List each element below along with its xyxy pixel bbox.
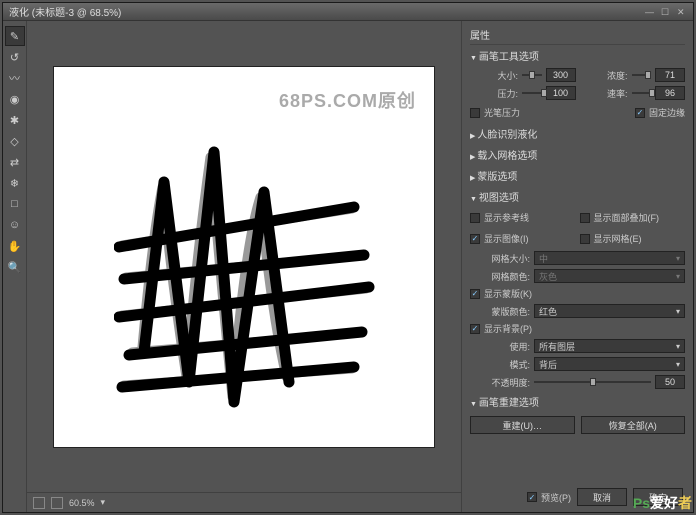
mask-color-label: 蒙版颜色: [470,305,530,318]
face-tool[interactable]: ☺ [5,215,25,235]
mesh-section-header[interactable]: 载入网格选项 [470,144,685,165]
show-mask-checkbox[interactable]: 显示蒙版(K) [470,285,685,302]
opacity-label: 不透明度: [470,376,530,389]
corner-watermark: Ps爱好者 [633,493,692,513]
mesh-color-label: 网格颜色: [470,270,530,283]
properties-panel: 属性 画笔工具选项 大小: 300 浓度: 71 压力: 100 速率: 96 … [461,21,693,512]
density-slider[interactable] [632,70,652,80]
pressure-slider[interactable] [522,88,542,98]
view-section-header[interactable]: 视图选项 [470,186,685,207]
canvas-artwork [114,137,394,437]
restore-all-button[interactable]: 恢复全部(A) [581,416,686,434]
mask-section-header[interactable]: 蒙版选项 [470,165,685,186]
show-backdrop-checkbox[interactable]: 显示背景(P) [470,320,685,337]
tool-palette: ✎ ↺ 〰 ◉ ✱ ◇ ⇄ ❄ □ ☺ ✋ 🔍 [3,21,27,512]
forward-warp-tool[interactable]: ✎ [5,26,25,46]
cancel-button[interactable]: 取消 [577,488,627,506]
show-image-checkbox[interactable]: 显示图像(I) [470,230,576,247]
title-bar: 液化 (未标题-3 @ 68.5%) — ☐ ✕ [3,3,693,21]
density-label: 浓度: [580,69,628,82]
hand-tool[interactable]: ✋ [5,236,25,256]
pin-edges-checkbox[interactable]: 固定边缘 [635,104,685,121]
brush-section-header[interactable]: 画笔工具选项 [470,45,685,66]
maximize-button[interactable]: ☐ [661,7,671,17]
density-input[interactable]: 71 [655,68,685,82]
reconstruct-section-header[interactable]: 画笔重建选项 [470,391,685,412]
show-face-overlay-checkbox[interactable]: 显示面部叠加(F) [580,209,686,226]
size-input[interactable]: 300 [546,68,576,82]
window-title: 液化 (未标题-3 @ 68.5%) [9,4,121,19]
view-mode-icon[interactable] [33,497,45,509]
view-mode-icon-2[interactable] [51,497,63,509]
reconstruct-tool[interactable]: ↺ [5,47,25,67]
show-guides-checkbox[interactable]: 显示参考线 [470,209,576,226]
zoom-tool[interactable]: 🔍 [5,257,25,277]
panel-title: 属性 [470,25,685,45]
zoom-level[interactable]: 60.5% [69,498,95,508]
rate-slider[interactable] [632,88,652,98]
rate-label: 速率: [580,87,628,100]
twirl-tool[interactable]: ◉ [5,89,25,109]
bloat-tool[interactable]: ◇ [5,131,25,151]
pucker-tool[interactable]: ✱ [5,110,25,130]
pressure-label: 压力: [470,87,518,100]
freeze-mask-tool[interactable]: ❄ [5,173,25,193]
preview-checkbox[interactable]: 预览(P) [527,489,571,506]
close-button[interactable]: ✕ [677,7,687,17]
opacity-input[interactable]: 50 [655,375,685,389]
use-select[interactable]: 所有图层 [534,339,685,353]
preview-canvas[interactable]: 68PS.COM原创 [54,67,434,447]
zoom-dropdown-icon[interactable]: ▾ [101,497,106,508]
watermark-text: 68PS.COM原创 [279,87,416,113]
smooth-tool[interactable]: 〰 [5,68,25,88]
size-slider[interactable] [522,70,542,80]
rebuild-button[interactable]: 重建(U)… [470,416,575,434]
pressure-input[interactable]: 100 [546,86,576,100]
size-label: 大小: [470,69,518,82]
stylus-pressure-checkbox[interactable]: 光笔压力 [470,104,520,121]
mode-label: 模式: [470,358,530,371]
mask-color-select[interactable]: 红色 [534,304,685,318]
mesh-color-select: 灰色 [534,269,685,283]
opacity-slider[interactable] [534,377,651,387]
push-left-tool[interactable]: ⇄ [5,152,25,172]
mesh-size-label: 网格大小: [470,252,530,265]
use-label: 使用: [470,340,530,353]
minimize-button[interactable]: — [645,7,655,17]
mesh-size-select: 中 [534,251,685,265]
thaw-mask-tool[interactable]: □ [5,194,25,214]
rate-input[interactable]: 96 [655,86,685,100]
face-section-header[interactable]: 人脸识别液化 [470,123,685,144]
mode-select[interactable]: 背后 [534,357,685,371]
show-mesh-checkbox[interactable]: 显示网格(E) [580,230,686,247]
status-bar: 60.5% ▾ [27,492,461,512]
